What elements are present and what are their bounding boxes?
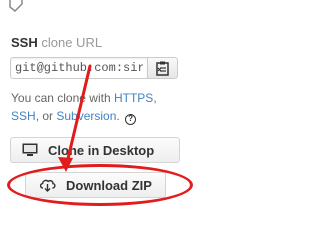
help-separator: ,: [153, 91, 157, 105]
clone-in-desktop-button[interactable]: Clone in Desktop: [10, 137, 180, 163]
clone-protocol-label: SSH: [11, 35, 38, 50]
https-link[interactable]: HTTPS: [114, 91, 153, 105]
download-zip-button[interactable]: Download ZIP: [25, 172, 166, 198]
question-circle-icon[interactable]: ?: [125, 114, 137, 125]
ssh-link[interactable]: SSH: [11, 109, 36, 123]
clone-url-title: SSH clone URL: [11, 35, 102, 51]
clone-url-input[interactable]: [11, 58, 147, 78]
help-prefix: You can clone with: [11, 91, 114, 105]
help-end: .: [116, 109, 120, 123]
subversion-link[interactable]: Subversion: [56, 109, 116, 123]
clone-help-text: You can clone with HTTPS, SSH, or Subvers…: [11, 89, 201, 125]
clone-url-field[interactable]: [10, 57, 148, 79]
clone-in-desktop-label: Clone in Desktop: [48, 142, 155, 158]
clipboard-icon: [156, 61, 169, 76]
clone-url-suffix: clone URL: [41, 35, 103, 50]
cloud-download-icon: [39, 179, 56, 192]
clone-sidebar: SSH clone URL You can clone with HTTPS, S…: [0, 0, 203, 243]
copy-to-clipboard-button[interactable]: [148, 57, 178, 79]
repo-clone-icon: [9, 0, 23, 12]
download-zip-label: Download ZIP: [66, 177, 152, 193]
help-or: , or: [35, 109, 57, 123]
device-desktop-icon: [22, 143, 38, 156]
